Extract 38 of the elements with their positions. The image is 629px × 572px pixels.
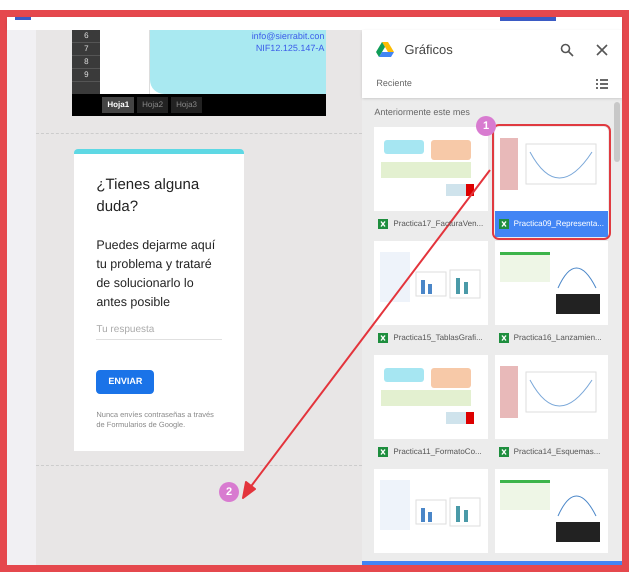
file-name: Practica11_FormatoCo...: [393, 446, 482, 458]
drive-logo-icon: [376, 42, 394, 58]
file-name: Practica09_Representa...: [514, 218, 604, 230]
sheet-tab[interactable]: Hoja1: [102, 97, 134, 113]
spreadsheet-file-icon: [378, 218, 388, 228]
spreadsheet-file-icon: [498, 332, 509, 342]
spreadsheet-file-icon: [498, 218, 509, 228]
list-view-icon[interactable]: [596, 79, 608, 89]
group-label: Anteriormente este mes: [374, 106, 471, 119]
spreadsheet-file-icon: [378, 446, 388, 456]
sheet-tab[interactable]: Hoja3: [171, 97, 202, 113]
sheet-tab[interactable]: Hoja2: [137, 97, 168, 113]
file-name: Practica14_Esquemas...: [514, 446, 600, 458]
form-title: ¿Tienes alguna duda?: [96, 175, 200, 217]
picker-title: Gráficos: [404, 41, 454, 60]
file-card[interactable]: Practica14_Esquemas...: [494, 354, 608, 464]
file-card[interactable]: Practica09_Representa...: [494, 126, 608, 236]
search-icon[interactable]: [560, 43, 574, 57]
spreadsheet-file-icon: [378, 332, 388, 342]
section-label: Reciente: [376, 77, 413, 90]
file-card[interactable]: [494, 468, 608, 552]
answer-field[interactable]: Tu respuesta: [96, 320, 222, 340]
submit-button[interactable]: ENVIAR: [96, 370, 154, 394]
file-card[interactable]: Practica11_FormatoCo...: [374, 354, 488, 464]
close-icon[interactable]: [596, 44, 608, 56]
file-card[interactable]: Practica16_Lanzamien...: [494, 240, 608, 350]
file-name: Practica16_Lanzamien...: [514, 332, 602, 344]
form-description: Puedes dejarme aquí tu problema y trataré de solucionarlo lo antes posible: [96, 237, 216, 311]
row-number: 9: [72, 69, 100, 82]
scrollbar[interactable]: [614, 102, 620, 162]
spreadsheet-file-icon: [498, 446, 509, 456]
row-number: 8: [72, 56, 100, 69]
contact-text: info@sierrabit.con: [252, 30, 324, 42]
row-number: 6: [72, 30, 100, 43]
file-card[interactable]: Practica15_TablasGrafi...: [374, 240, 488, 350]
row-number: 7: [72, 43, 100, 56]
contact-text: NIF12.125.147-A: [256, 42, 324, 54]
file-name: Practica15_TablasGrafi...: [393, 332, 483, 344]
